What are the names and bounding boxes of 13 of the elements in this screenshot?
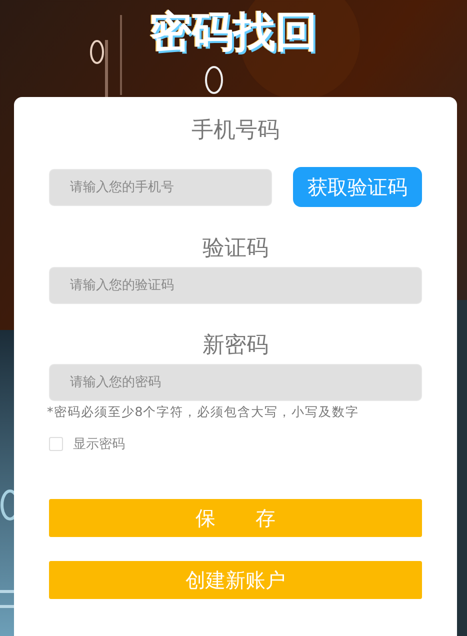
input-field[interactable]: 请输入您的验证码	[49, 267, 422, 304]
field-label: 手机号码	[192, 117, 280, 145]
page-title: 密码找回	[148, 6, 318, 58]
password-hint: *密码必须至少8个字符，必须包含大写，小写及数字	[47, 404, 360, 421]
create-account-button[interactable]: 创建新账户	[49, 561, 422, 599]
input-field[interactable]: 请输入您的手机号	[49, 168, 272, 206]
input-field[interactable]: 请输入您的密码	[49, 364, 422, 401]
get-code-button[interactable]: 获取验证码	[293, 167, 422, 207]
save-button[interactable]: 保 存	[49, 499, 422, 537]
checkbox[interactable]	[49, 437, 63, 451]
field-label: 新密码	[202, 332, 268, 360]
field-label: 验证码	[202, 235, 268, 263]
checkbox-label: 显示密码	[73, 436, 125, 453]
